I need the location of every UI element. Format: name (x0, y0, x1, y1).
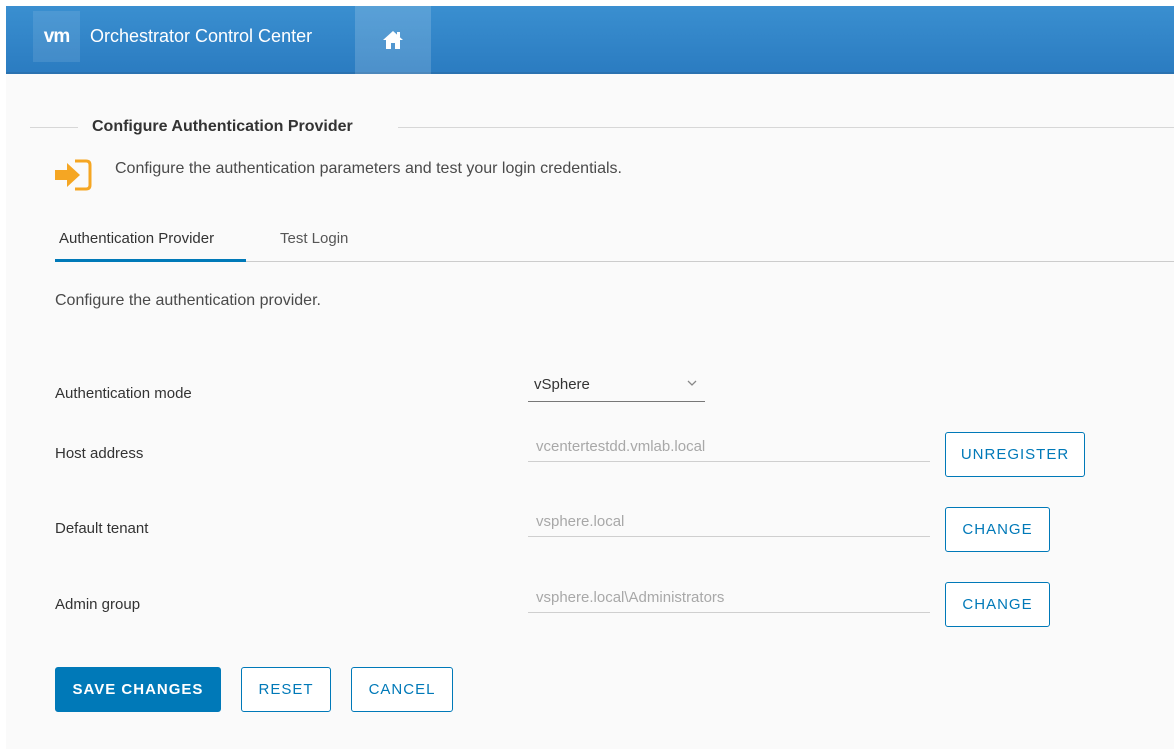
chevron-down-icon (687, 380, 697, 386)
change-admin-group-button[interactable]: CHANGE (945, 582, 1050, 627)
intro-text: Configure the authentication parameters … (115, 160, 622, 177)
admin-group-label: Admin group (55, 596, 141, 613)
tab-bar: Authentication Provider Test Login (55, 228, 1174, 262)
login-arrow-icon (55, 159, 92, 191)
change-tenant-button[interactable]: CHANGE (945, 507, 1050, 552)
save-changes-button[interactable]: SAVE CHANGES (55, 667, 221, 712)
host-address-label: Host address (55, 445, 144, 462)
divider (30, 127, 78, 128)
home-icon (383, 31, 403, 49)
auth-mode-value: vSphere (534, 376, 590, 393)
divider (398, 127, 1174, 128)
auth-mode-select[interactable]: vSphere (528, 374, 705, 402)
page-header: Configure Authentication Provider (30, 118, 1174, 138)
default-tenant-label: Default tenant (55, 520, 149, 537)
top-header: vm Orchestrator Control Center (6, 6, 1174, 74)
tab-test-login[interactable]: Test Login (280, 228, 348, 262)
reset-button[interactable]: RESET (241, 667, 331, 712)
unregister-button[interactable]: UNREGISTER (945, 432, 1085, 477)
page-title: Configure Authentication Provider (92, 118, 353, 135)
section-description: Configure the authentication provider. (55, 292, 321, 309)
app-frame: vm Orchestrator Control Center Configure… (6, 6, 1174, 749)
cancel-button[interactable]: CANCEL (351, 667, 453, 712)
home-button[interactable] (355, 6, 431, 74)
admin-group-field[interactable]: vsphere.local\Administrators (528, 587, 930, 613)
vmware-logo: vm (33, 11, 80, 62)
host-address-field[interactable]: vcentertestdd.vmlab.local (528, 436, 930, 462)
tab-authentication-provider[interactable]: Authentication Provider (55, 228, 246, 262)
auth-mode-label: Authentication mode (55, 385, 192, 402)
app-title: Orchestrator Control Center (90, 26, 313, 46)
default-tenant-field[interactable]: vsphere.local (528, 511, 930, 537)
